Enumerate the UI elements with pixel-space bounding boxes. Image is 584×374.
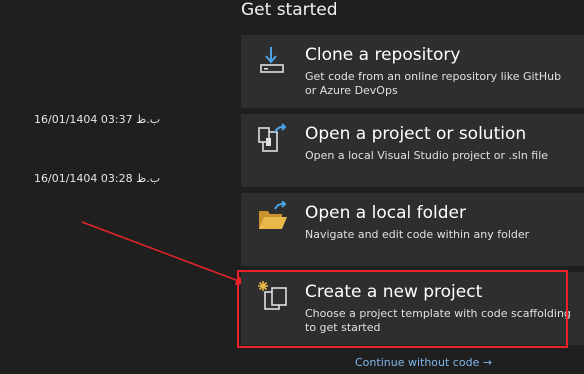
card-title: Open a project or solution xyxy=(305,124,527,144)
recent-item-timestamp[interactable]: 16/01/1404 03:37 ب.ظ xyxy=(34,113,160,126)
open-project-card[interactable]: Open a project or solution Open a local … xyxy=(241,114,584,187)
card-description: Open a local Visual Studio project or .s… xyxy=(305,149,549,162)
clone-repository-card[interactable]: Clone a repository Get code from an onli… xyxy=(241,35,584,108)
get-started-heading: Get started xyxy=(241,0,338,20)
open-folder-card[interactable]: Open a local folder Navigate and edit co… xyxy=(241,193,584,266)
open-folder-icon xyxy=(259,201,287,229)
clone-download-icon xyxy=(260,47,284,73)
recent-panel: 16/01/1404 03:37 ب.ظ 16/01/1404 03:28 ب.… xyxy=(0,0,220,374)
card-description: Navigate and edit code within any folder xyxy=(305,228,530,241)
create-new-project-card[interactable]: Create a new project Choose a project te… xyxy=(241,272,584,345)
open-project-icon xyxy=(258,123,287,152)
card-description: Choose a project template with code scaf… xyxy=(305,307,571,334)
new-project-icon xyxy=(258,281,287,310)
card-title: Create a new project xyxy=(305,282,483,302)
continue-without-code-link[interactable]: Continue without code → xyxy=(355,356,492,369)
recent-item-timestamp[interactable]: 16/01/1404 03:28 ب.ظ xyxy=(34,172,160,185)
card-title: Open a local folder xyxy=(305,203,466,223)
card-title: Clone a repository xyxy=(305,45,461,65)
card-description: Get code from an online repository like … xyxy=(305,70,562,97)
